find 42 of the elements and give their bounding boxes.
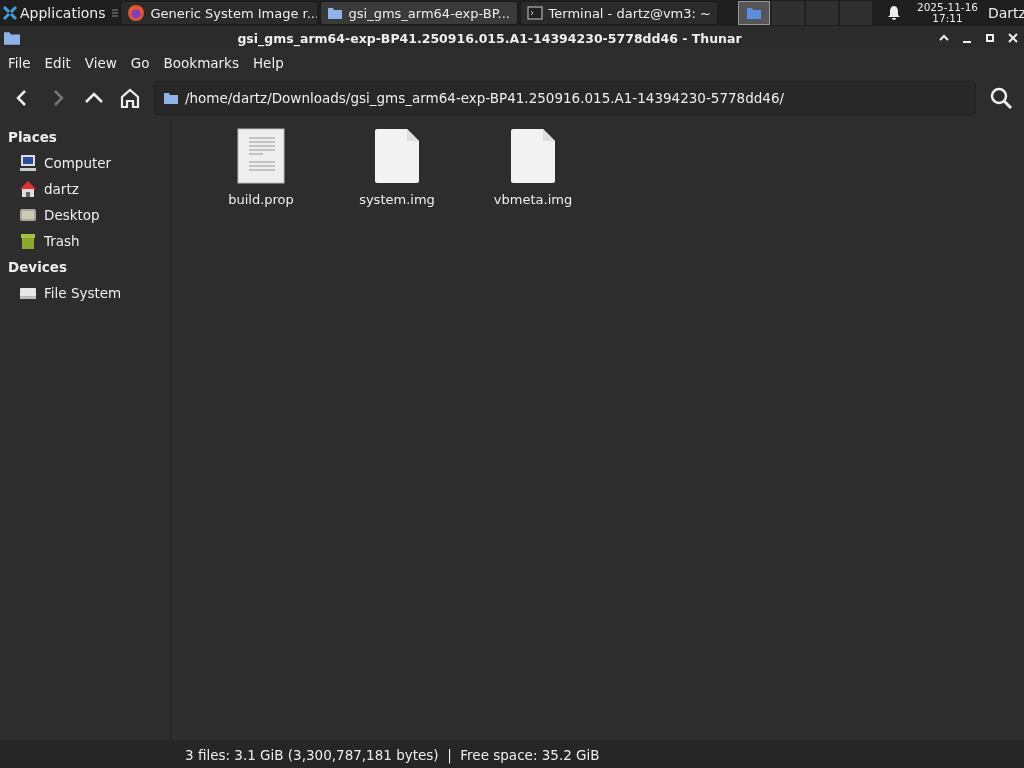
menu-item[interactable]: Help — [252, 55, 292, 71]
menu-item[interactable]: View — [84, 55, 125, 71]
taskbar-task-button[interactable]: gsi_gms_arm64-exp-BP... — [319, 1, 518, 25]
location-field[interactable]: /home/dartz/Downloads/gsi_gms_arm64-exp-BP41.250916.015.A1-14394230-5778dd46/ — [154, 81, 976, 115]
home-button[interactable] — [118, 86, 142, 110]
folder-icon — [163, 91, 179, 105]
workspace-button[interactable] — [737, 1, 770, 25]
window-title: gsi_gms_arm64-exp-BP41.250916.015.A1-14394230-5778dd46 - Thunar — [236, 30, 743, 46]
sidebar-heading: Devices — [7, 258, 68, 277]
menu-item[interactable]: File — [8, 55, 39, 71]
applications-menu-button[interactable]: Applications — [0, 0, 110, 26]
folder-icon — [2, 30, 22, 46]
house-icon — [18, 179, 38, 199]
sidebar-item[interactable]: dartz — [0, 176, 170, 202]
separator-handle-icon — [111, 8, 118, 18]
document-tile[interactable]: system.img — [339, 128, 455, 207]
sidebar-item[interactable]: File System — [0, 280, 170, 306]
text-document-icon — [237, 128, 285, 184]
menu-item[interactable]: Edit — [44, 55, 79, 71]
trash-icon — [18, 231, 38, 251]
document-tile[interactable]: build.prop — [203, 128, 319, 207]
search-button[interactable] — [988, 85, 1014, 111]
blank-document-icon — [509, 128, 557, 184]
taskbar-task-button[interactable]: Terminal - dartz@vm3: ~ — [519, 1, 718, 25]
maximize-button[interactable] — [983, 31, 997, 45]
sidebar-item[interactable]: Computer — [0, 150, 170, 176]
terminal-icon — [526, 6, 543, 20]
sidebar-item[interactable]: Desktop — [0, 202, 170, 228]
close-button[interactable] — [1006, 31, 1020, 45]
folder-icon — [326, 6, 343, 20]
menu-item[interactable]: Bookmarks — [163, 55, 247, 71]
sidebar-heading: Places — [7, 128, 58, 147]
browser-icon — [126, 4, 145, 22]
computer-icon — [18, 153, 38, 173]
menu-item[interactable]: Go — [130, 55, 158, 71]
blank-document-icon — [373, 128, 421, 184]
document-tile[interactable]: vbmeta.img — [475, 128, 591, 207]
clock[interactable]: 2025-11-16 17:11 — [916, 2, 978, 24]
bell-icon[interactable] — [886, 5, 901, 21]
folder-icon — [744, 6, 763, 20]
status-text: 3 files: 3.1 GiB (3,300,787,181 bytes) | Free space: 35.2 GiB — [185, 747, 600, 763]
sidebar-item[interactable]: Trash — [0, 228, 170, 254]
